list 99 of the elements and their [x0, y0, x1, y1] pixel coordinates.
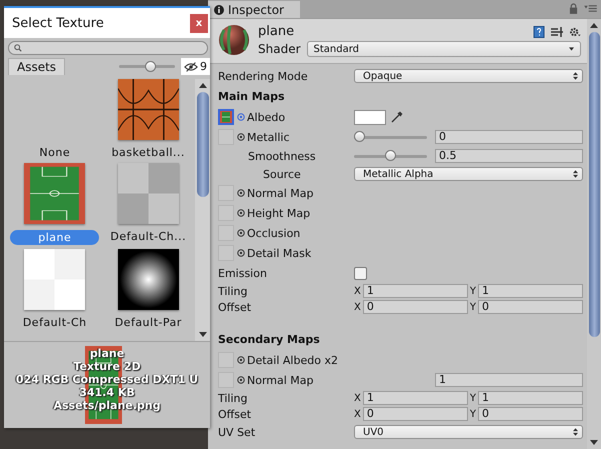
asset-label[interactable]: plane — [10, 230, 100, 245]
scrollbar[interactable] — [195, 79, 210, 341]
number-field[interactable]: 1 — [362, 391, 468, 405]
number-field[interactable]: 0 — [362, 407, 468, 421]
lock-icon[interactable] — [569, 3, 578, 14]
number-field[interactable]: 1 — [362, 284, 468, 298]
object-picker-icon[interactable] — [237, 249, 245, 257]
axis-label: Y — [470, 286, 476, 296]
scrollbar[interactable] — [587, 19, 601, 449]
close-button[interactable]: x — [190, 14, 208, 32]
texture-thumbnail — [118, 249, 179, 310]
axis-label: X — [354, 408, 361, 420]
hidden-packages-toggle[interactable]: 9 — [181, 58, 210, 75]
dropdown[interactable]: Metallic Alpha — [354, 167, 583, 181]
property-label: Normal Map — [247, 374, 314, 386]
eyedropper-icon[interactable] — [390, 110, 404, 124]
property-label: Tiling — [218, 284, 249, 298]
color-swatch[interactable] — [354, 110, 386, 124]
property-label: Height Map — [247, 206, 310, 220]
slider-thumb[interactable] — [384, 150, 396, 161]
dropdown[interactable]: Opaque — [354, 69, 583, 83]
asset-label[interactable]: Default-Par — [110, 316, 186, 329]
property-label: Metallic — [247, 130, 290, 144]
property-label: Tiling — [218, 392, 249, 404]
number-field[interactable]: 1 — [435, 373, 583, 387]
search-icon — [14, 44, 22, 52]
eye-slash-icon — [184, 62, 198, 72]
property-label: Detail Mask — [247, 246, 312, 260]
slider[interactable] — [354, 150, 427, 162]
texture-thumbnail — [118, 79, 179, 140]
slider[interactable] — [354, 131, 427, 143]
search-field[interactable] — [8, 41, 208, 55]
property-label: Rendering Mode — [218, 70, 309, 82]
number-field[interactable]: 0 — [478, 300, 583, 314]
updown-arrows-icon — [573, 72, 578, 80]
number-field[interactable]: 0 — [362, 300, 468, 314]
number-field[interactable]: 1 — [478, 391, 583, 405]
dropdown[interactable]: UV0 — [354, 425, 583, 439]
section-heading: Main Maps — [218, 90, 285, 103]
window-title: Select Texture — [12, 16, 104, 30]
help-book-icon[interactable] — [533, 26, 545, 38]
scroll-thumb[interactable] — [588, 32, 600, 337]
scroll-down-arrow-icon[interactable] — [590, 440, 598, 445]
material-sphere-icon — [218, 24, 250, 56]
axis-label: X — [354, 302, 361, 312]
menu-icon[interactable] — [584, 4, 597, 13]
object-picker-icon[interactable] — [237, 356, 245, 364]
number-field[interactable]: 0.5 — [435, 149, 583, 163]
texture-slot[interactable] — [218, 109, 234, 125]
scroll-down-arrow-icon[interactable] — [198, 332, 206, 337]
asset-label[interactable]: basketball... — [108, 146, 189, 159]
property-label: Detail Albedo x2 — [247, 354, 338, 366]
object-picker-icon[interactable] — [237, 133, 245, 141]
axis-label: Y — [470, 408, 476, 420]
texture-thumbnail — [118, 163, 179, 224]
property-label: Emission — [218, 266, 268, 280]
property-label: Albedo — [247, 110, 286, 124]
section-heading: Secondary Maps — [218, 333, 320, 346]
slider-thumb[interactable] — [354, 131, 365, 142]
property-label: Occlusion — [247, 226, 300, 240]
property-label: Offset — [218, 300, 252, 314]
caret-icon — [569, 47, 574, 51]
asset-label[interactable]: Default-Ch — [18, 316, 91, 329]
slider-thumb[interactable] — [145, 61, 156, 72]
asset-label[interactable]: Default-Ch... — [106, 230, 190, 243]
inspector-tab[interactable]: Inspector — [208, 1, 300, 18]
property-label: Smoothness — [247, 150, 317, 162]
property-label: UV Set — [218, 426, 256, 438]
axis-label: Y — [470, 302, 476, 312]
texture-thumbnail — [24, 249, 86, 310]
settings-icon[interactable] — [569, 26, 581, 38]
shader-label: Shader — [258, 42, 301, 56]
checkbox[interactable] — [354, 266, 367, 280]
scroll-up-arrow-icon[interactable] — [590, 23, 598, 28]
object-picker-icon[interactable] — [237, 209, 245, 217]
scroll-up-arrow-icon[interactable] — [198, 83, 206, 88]
updown-arrows-icon — [573, 170, 578, 178]
property-label: Source — [262, 168, 302, 180]
assets-tab[interactable]: Assets — [8, 58, 66, 75]
number-field[interactable]: 0 — [435, 130, 583, 144]
zoom-slider[interactable] — [119, 61, 175, 72]
asset-label[interactable]: None — [35, 146, 74, 159]
texture-thumbnail — [24, 163, 86, 224]
shader-dropdown[interactable]: Standard — [306, 41, 581, 57]
property-label: Offset — [218, 408, 252, 420]
number-field[interactable]: 0 — [478, 407, 583, 421]
object-picker-icon[interactable] — [237, 229, 245, 237]
updown-arrows-icon — [573, 428, 578, 436]
number-field[interactable]: 1 — [478, 284, 583, 298]
object-picker-icon[interactable] — [237, 376, 245, 384]
axis-label: X — [354, 392, 361, 404]
axis-label: X — [354, 286, 361, 296]
property-label: Normal Map — [247, 186, 314, 200]
object-picker-icon[interactable] — [237, 189, 245, 197]
scroll-thumb[interactable] — [196, 92, 208, 197]
material-name: plane — [258, 24, 296, 39]
info-icon — [214, 4, 224, 14]
axis-label: Y — [470, 392, 476, 404]
presets-icon[interactable] — [551, 26, 563, 38]
